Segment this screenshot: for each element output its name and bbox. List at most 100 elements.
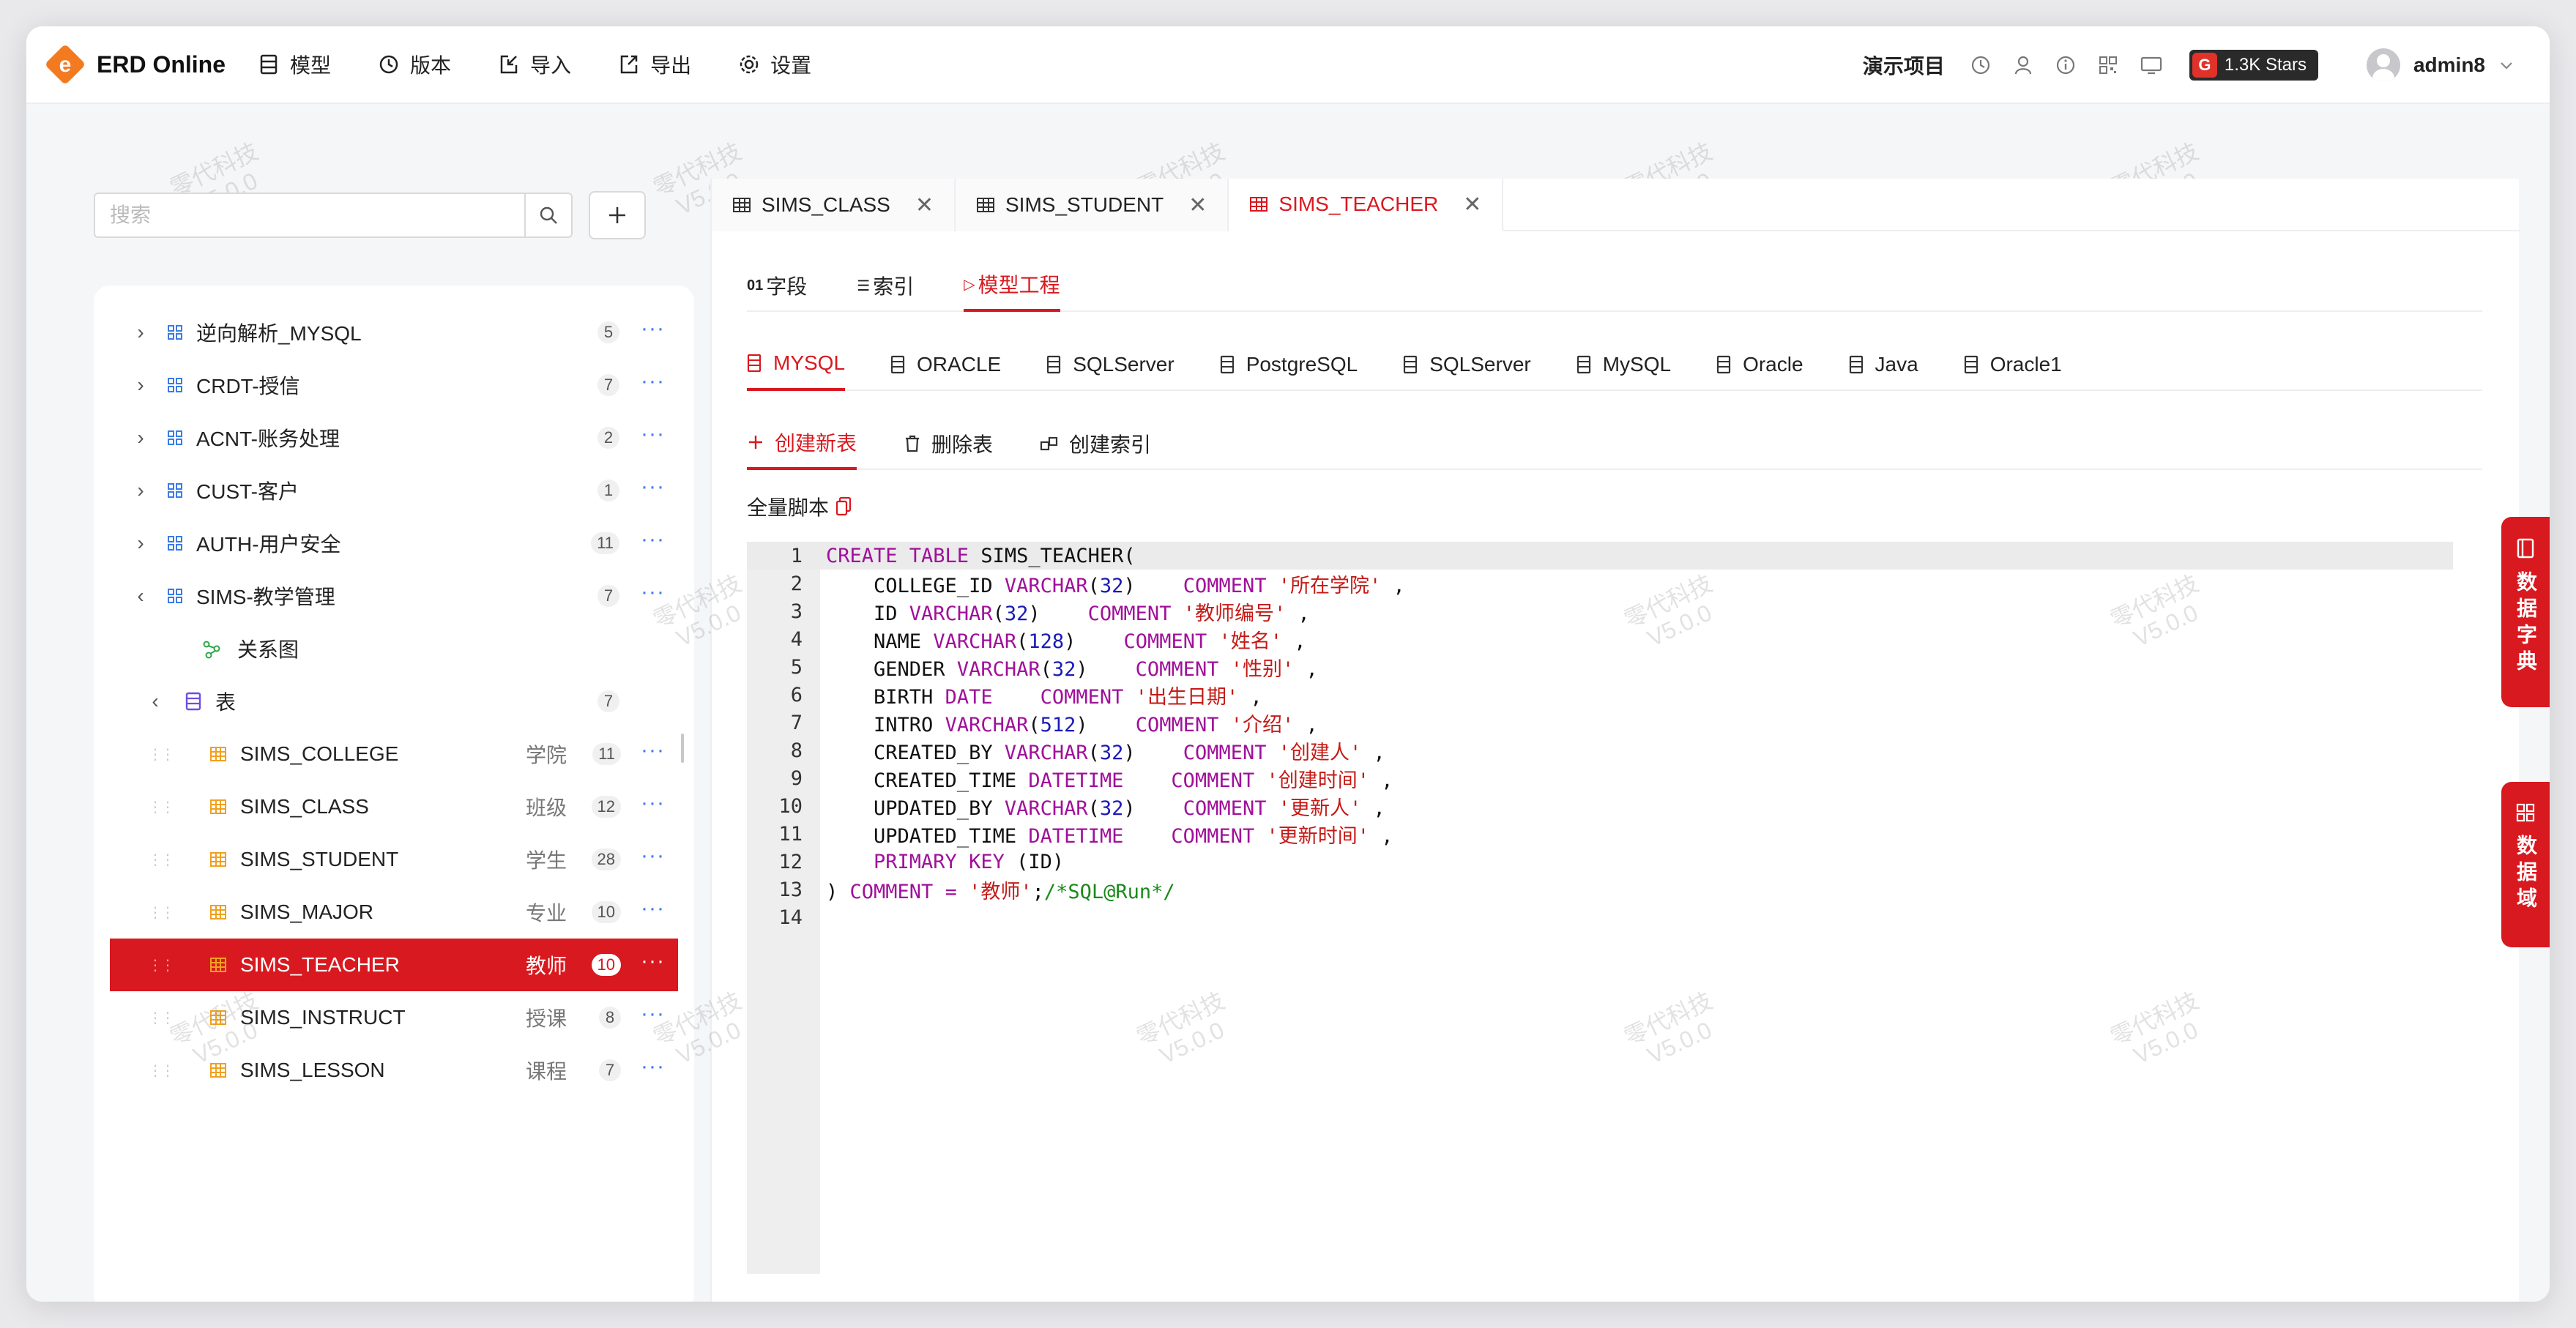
tab-sims-teacher[interactable]: SIMS_TEACHER ✕ [1229, 179, 1504, 231]
more-icon[interactable]: ··· [641, 1054, 665, 1079]
user-menu[interactable]: admin8 [2366, 48, 2514, 82]
table-cn: 班级 [525, 797, 567, 819]
close-icon[interactable]: ✕ [1188, 193, 1207, 218]
nav-export[interactable]: 导出 [618, 50, 691, 79]
table-item[interactable]: ⋮⋮ SIMS_STUDENT 学生 28 ··· [94, 833, 694, 886]
code-line: 5 GENDER VARCHAR(32) COMMENT '性别' , [790, 655, 1318, 681]
chevron-right-icon[interactable]: › [132, 479, 149, 502]
table-item[interactable]: ⋮⋮ SIMS_CLASS 班级 12 ··· [94, 780, 694, 833]
nav-model[interactable]: 模型 [258, 50, 331, 79]
table-item[interactable]: ⋮⋮ SIMS_INSTRUCT 授课 8 ··· [94, 991, 694, 1044]
project-name[interactable]: 演示项目 [1863, 51, 1945, 80]
db-tab[interactable]: SQLServer [1403, 338, 1531, 391]
table-item[interactable]: ⋮⋮ SIMS_LESSON 课程 7 ··· [94, 1044, 694, 1097]
panel-splitter[interactable] [681, 734, 684, 763]
info-icon[interactable] [2055, 54, 2077, 76]
more-icon[interactable]: ··· [641, 949, 665, 974]
more-icon[interactable]: ··· [641, 316, 665, 341]
tree-group[interactable]: › CRDT-授信 7 ··· [94, 359, 694, 411]
more-icon[interactable]: ··· [641, 422, 665, 447]
main-nav: 模型 版本 导入 导出 设置 [258, 50, 858, 79]
tree-group[interactable]: › ACNT-账务处理 2 ··· [94, 411, 694, 464]
drag-handle-icon[interactable]: ⋮⋮ [148, 851, 175, 869]
user-icon[interactable] [2012, 54, 2034, 76]
db-tab[interactable]: Oracle1 [1964, 338, 2062, 391]
chevron-right-icon[interactable]: › [132, 373, 149, 397]
database-icon [890, 355, 905, 374]
tree-group-expanded[interactable]: ‹ SIMS-教学管理 7 ··· [94, 570, 694, 622]
db-tab[interactable]: MYSQL [747, 338, 846, 391]
close-icon[interactable]: ✕ [915, 193, 934, 218]
nav-version[interactable]: 版本 [378, 50, 451, 79]
app-logo[interactable]: e ERD Online [42, 42, 226, 87]
more-icon[interactable]: ··· [641, 896, 665, 921]
tab-fields[interactable]: 01 字段 [747, 259, 807, 312]
avatar [2366, 48, 2400, 82]
sql-code-editor[interactable]: 1 CREATE TABLE SIMS_TEACHER( 2 COLLEGE_ID… [747, 542, 2453, 1274]
more-icon[interactable]: ··· [641, 738, 665, 763]
table-name: SIMS_CLASS [240, 795, 369, 818]
tab-model-project[interactable]: ▷ 模型工程 [964, 259, 1060, 312]
db-tab[interactable]: SQLServer [1046, 338, 1175, 391]
more-icon[interactable]: ··· [641, 843, 665, 868]
drag-handle-icon[interactable]: ⋮⋮ [148, 1009, 175, 1027]
db-tab[interactable]: Java [1849, 338, 1918, 391]
qrcode-icon[interactable] [2097, 54, 2119, 76]
erd-logo-icon: e [42, 42, 88, 87]
add-button[interactable] [589, 191, 646, 239]
github-stars-badge[interactable]: G 1.3K Stars [2189, 50, 2318, 81]
tree-tables-node[interactable]: ‹ 表 7 [94, 675, 694, 728]
nav-import[interactable]: 导入 [498, 50, 571, 79]
search-input[interactable] [95, 194, 524, 236]
close-icon[interactable]: ✕ [1463, 192, 1481, 217]
nav-settings[interactable]: 设置 [738, 50, 811, 79]
drag-handle-icon[interactable]: ⋮⋮ [148, 745, 175, 764]
monitor-icon[interactable] [2140, 54, 2163, 76]
table-item[interactable]: ⋮⋮ SIMS_COLLEGE 学院 11 ··· [94, 728, 694, 780]
more-icon[interactable]: ··· [641, 369, 665, 394]
db-tab[interactable]: Oracle [1716, 338, 1803, 391]
tree-group[interactable]: › AUTH-用户安全 11 ··· [94, 517, 694, 570]
chevron-right-icon[interactable]: › [132, 321, 149, 344]
sidebar-toolbar [94, 189, 694, 242]
tab-create-index[interactable]: 创建索引 [1040, 417, 1151, 470]
tree-diagram[interactable]: 关系图 [94, 622, 694, 675]
search-button[interactable] [524, 194, 571, 236]
db-tab[interactable]: PostgreSQL [1220, 338, 1358, 391]
tab-label: 创建新表 [775, 432, 857, 455]
db-tab[interactable]: ORACLE [890, 338, 1001, 391]
more-icon[interactable]: ··· [641, 527, 665, 552]
more-icon[interactable]: ··· [641, 580, 665, 605]
more-icon[interactable]: ··· [641, 474, 665, 499]
tree-group[interactable]: › CUST-客户 1 ··· [94, 464, 694, 517]
table-item[interactable]: ⋮⋮ SIMS_MAJOR 专业 10 ··· [94, 886, 694, 939]
drag-handle-icon[interactable]: ⋮⋮ [148, 956, 175, 974]
drag-handle-icon[interactable]: ⋮⋮ [148, 798, 175, 816]
module-icon [168, 378, 182, 392]
tab-indexes[interactable]: ☰ 索引 [857, 259, 914, 312]
table-cn: 学院 [525, 744, 567, 766]
chevron-down-icon[interactable]: ‹ [146, 690, 164, 713]
table-icon [210, 799, 226, 814]
import-icon [500, 55, 518, 74]
data-dictionary-button[interactable]: 数据字典 [2501, 517, 2550, 707]
more-icon[interactable]: ··· [641, 791, 665, 816]
data-domain-button[interactable]: 数据域 [2501, 782, 2550, 947]
tree-group[interactable]: › 逆向解析_MYSQL 5 ··· [94, 306, 694, 359]
more-icon[interactable]: ··· [641, 1001, 665, 1026]
drag-handle-icon[interactable]: ⋮⋮ [148, 903, 175, 922]
tab-drop-table[interactable]: 删除表 [904, 417, 993, 470]
clock-icon[interactable] [1970, 54, 1992, 76]
count-badge: 7 [599, 1059, 621, 1081]
tab-sims-class[interactable]: SIMS_CLASS ✕ [712, 179, 956, 231]
drag-handle-icon[interactable]: ⋮⋮ [148, 1062, 175, 1080]
tab-sims-student[interactable]: SIMS_STUDENT ✕ [956, 179, 1229, 231]
table-item-selected[interactable]: ⋮⋮ SIMS_TEACHER 教师 10 ··· [110, 939, 678, 991]
db-tab-label: Oracle1 [1989, 353, 2062, 376]
chevron-right-icon[interactable]: › [132, 426, 149, 449]
chevron-down-icon[interactable]: ‹ [132, 584, 149, 608]
copy-icon[interactable] [835, 496, 852, 517]
db-tab[interactable]: MySQL [1577, 338, 1671, 391]
chevron-right-icon[interactable]: › [132, 531, 149, 555]
tab-create-table[interactable]: 创建新表 [747, 417, 857, 470]
